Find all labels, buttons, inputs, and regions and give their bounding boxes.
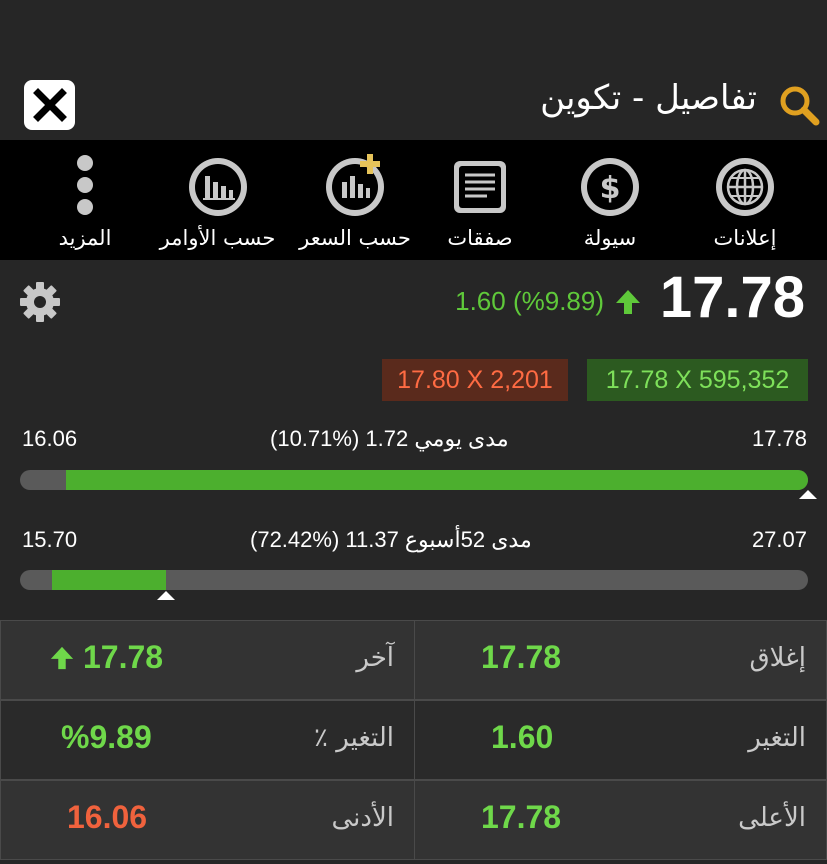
price-change: 1.60 (%9.89) <box>455 286 642 317</box>
stat-last: 17.78 <box>49 639 163 676</box>
chart-plus-icon <box>326 154 384 216</box>
close-button[interactable] <box>24 80 75 130</box>
document-icon <box>454 161 506 213</box>
chart-icon <box>188 158 247 216</box>
week52-range-high: 27.07 <box>751 527 807 552</box>
toolbar-item-more[interactable]: المزيد <box>40 140 130 260</box>
stat-close: إغلاق 17.78 <box>414 620 827 700</box>
ask-quote: 17.80 X 2,201 <box>382 359 568 401</box>
toolbar-item-liquidity[interactable]: $ سيولة <box>555 140 665 260</box>
stat-high-label: الأعلى <box>738 803 806 833</box>
toolbar-item-by-orders[interactable]: حسب الأوامر <box>150 140 285 260</box>
stat-change: التغير 1.60 <box>414 700 827 780</box>
toolbar-label: إعلانات <box>713 226 777 250</box>
close-icon <box>32 88 67 122</box>
stat-change-value: 1.60 <box>491 719 554 755</box>
daily-range-marker <box>799 490 817 499</box>
daily-range-high: 17.78 <box>751 426 807 451</box>
stat-change-pct-value: %9.89 <box>61 719 152 755</box>
bid-quote: 17.78 X 595,352 <box>587 359 808 401</box>
toolbar: إعلانات $ سيولة صفقات حسب السعر حسب الأو… <box>0 140 827 260</box>
toolbar-label: سيولة <box>583 226 637 250</box>
stat-change-pct: التغير ٪ %9.89 <box>0 700 415 780</box>
dollar-icon: $ <box>581 158 639 216</box>
search-icon[interactable] <box>777 83 821 127</box>
stat-high-value: 17.78 <box>481 799 562 835</box>
toolbar-label: المزيد <box>58 226 112 250</box>
toolbar-item-announcements[interactable]: إعلانات <box>680 140 810 260</box>
stat-low: الأدنى 16.06 <box>0 780 415 860</box>
stat-low-label: الأدنى <box>331 803 394 833</box>
stat-change-label: التغير <box>748 723 806 753</box>
globe-icon <box>716 158 774 216</box>
stat-last-value: 17.78 <box>83 639 164 675</box>
up-arrow-icon <box>50 646 74 669</box>
stat-low-value: 16.06 <box>67 799 148 835</box>
price-change-value: 1.60 (%9.89) <box>455 286 604 316</box>
week52-range-low: 15.70 <box>22 527 78 552</box>
up-arrow-icon <box>616 289 640 314</box>
week52-range-marker <box>156 591 175 600</box>
stat-high: الأعلى 17.78 <box>414 780 827 860</box>
svg-text:$: $ <box>600 171 621 206</box>
toolbar-label: حسب السعر <box>299 226 411 250</box>
toolbar-item-by-price[interactable]: حسب السعر <box>290 140 420 260</box>
daily-range-label: مدى يومي 1.72 (%10.71) <box>270 426 509 451</box>
page-title: تفاصيل - تكوين <box>540 78 757 118</box>
last-price: 17.78 <box>659 265 805 330</box>
week52-range-fill <box>51 570 166 590</box>
daily-range-fill <box>65 470 808 490</box>
stat-last-label: آخر <box>356 643 394 673</box>
more-icon <box>77 155 93 215</box>
week52-range-label: مدى 52أسبوع 11.37 (%72.42) <box>250 527 532 552</box>
daily-range-bar <box>20 470 808 490</box>
toolbar-item-trades[interactable]: صفقات <box>425 140 535 260</box>
stat-last: آخر 17.78 <box>0 620 415 700</box>
toolbar-label: حسب الأوامر <box>159 226 276 250</box>
daily-range-low: 16.06 <box>22 426 78 451</box>
stat-change-pct-label: التغير ٪ <box>314 723 394 753</box>
week52-range-bar <box>20 570 808 590</box>
stat-close-value: 17.78 <box>481 639 562 675</box>
header-bar: تفاصيل - تكوين <box>0 0 827 140</box>
stat-close-label: إغلاق <box>749 643 806 673</box>
gear-icon[interactable] <box>18 280 62 324</box>
stats-grid: إغلاق 17.78 آخر 17.78 التغير 1.60 التغير… <box>0 620 827 864</box>
toolbar-label: صفقات <box>447 226 513 250</box>
